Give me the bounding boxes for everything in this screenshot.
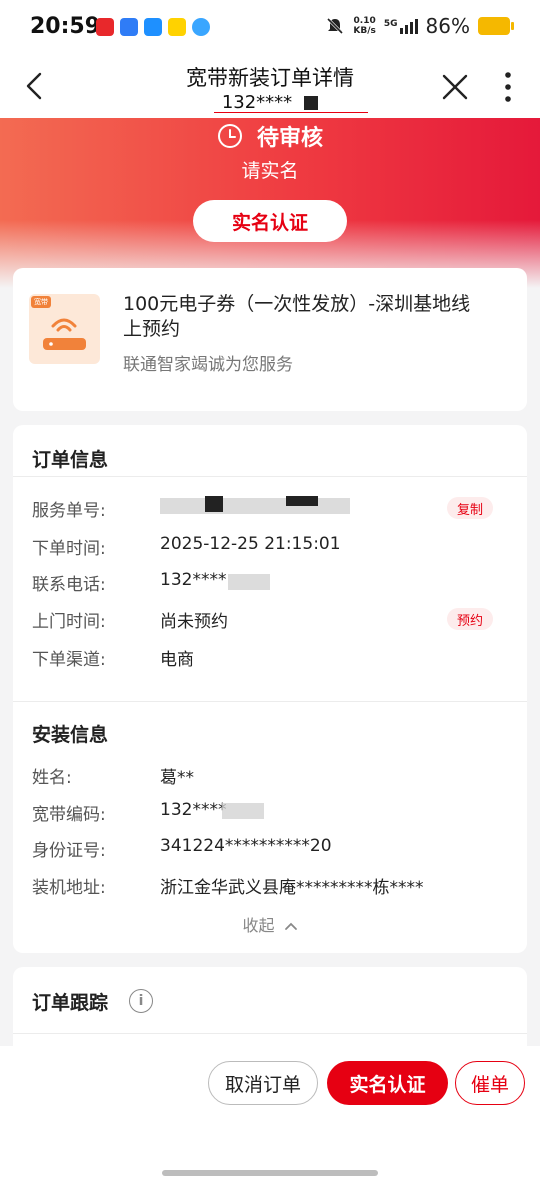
order-status: 待审核 [0,120,540,152]
messenger-icon [192,18,210,36]
order-tracking-title: 订单跟踪 [32,992,109,1014]
product-title: 100元电子券（一次性发放）-深圳基地线上预约 [123,293,471,340]
battery-percent: 86% [425,14,470,38]
status-time: 20:59 [30,14,101,39]
redaction-mark [286,496,318,506]
order-channel-value: 电商 [160,650,194,670]
verify-identity-bottom-button[interactable]: 实名认证 [327,1061,448,1105]
order-time-label: 下单时间: [32,539,106,559]
yellow-app-icon [168,18,186,36]
blue-app-icon [120,18,138,36]
more-button[interactable] [496,70,520,104]
redacted-service-number [160,498,350,514]
collapse-label: 收起 [242,916,275,935]
product-tag: 宽带 [31,296,51,308]
close-icon [442,74,468,100]
cancel-order-button[interactable]: 取消订单 [208,1061,318,1105]
info-icon[interactable]: i [129,989,153,1013]
product-thumbnail: 宽带 [29,294,100,364]
product-subtitle: 联通智家竭诚为您服务 [123,355,293,375]
red-app-icon [96,18,114,36]
subtitle-underline [214,112,368,113]
install-address-value: 浙江金华武义县庵*********栋**** [160,878,424,898]
verify-identity-button[interactable]: 实名认证 [193,200,347,242]
net-speed: 0.10 KB/s [353,16,376,36]
mute-bell-icon [327,17,344,35]
notification-icons [96,18,210,36]
close-button[interactable] [438,70,472,104]
name-label: 姓名: [32,768,72,788]
service-number-label: 服务单号: [32,501,106,521]
section-divider [13,476,527,477]
install-info-title: 安装信息 [32,724,109,746]
order-channel-label: 下单渠道: [32,650,106,670]
clock-icon [217,124,242,148]
visit-time-value: 尚未预约 [160,612,228,632]
redaction-mark [205,496,223,512]
id-number-label: 身份证号: [32,841,106,861]
id-number-value: 341224**********20 [160,836,332,856]
contact-phone-value: 132**** [160,570,227,590]
collapse-toggle[interactable]: 收起 [0,912,540,936]
battery-icon [478,17,514,35]
status-text: 待审核 [256,126,323,151]
order-time-value: 2025-12-25 21:15:01 [160,534,341,554]
broadband-code-label: 宽带编码: [32,805,106,825]
copy-button[interactable]: 复制 [447,497,494,519]
order-info-title: 订单信息 [32,449,109,471]
redacted-broadband-code [222,803,264,819]
section-divider [13,1033,527,1034]
visit-time-label: 上门时间: [32,612,106,632]
status-right: 0.10 KB/s 5G 86% [325,14,514,38]
redacted-phone [228,574,270,590]
chevron-up-icon [284,922,297,930]
home-indicator[interactable] [162,1170,378,1176]
schedule-button[interactable]: 预约 [447,608,494,630]
install-address-label: 装机地址: [32,878,106,898]
more-vertical-icon [505,72,511,102]
status-hint: 请实名 [241,160,299,182]
urge-order-button[interactable]: 催单 [455,1061,525,1105]
broadband-code-value: 132**** [160,800,227,820]
name-value: 葛** [160,768,194,788]
signal-icon: 5G [384,18,418,34]
blue-browser-icon [144,18,162,36]
contact-phone-label: 联系电话: [32,575,106,595]
section-divider [13,701,527,702]
